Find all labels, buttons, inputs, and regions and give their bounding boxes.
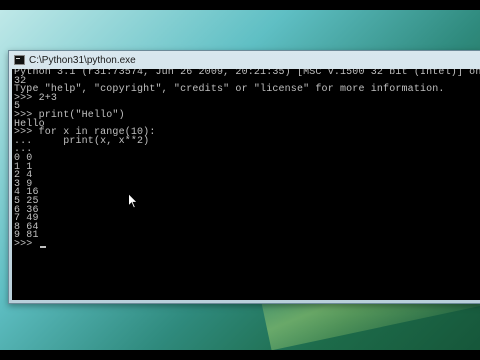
console-line: 7 49 bbox=[14, 213, 39, 225]
python-console-window[interactable]: C:\Python31\python.exe Python 3.1 (r31:7… bbox=[8, 50, 480, 304]
console-prompt: >>> bbox=[14, 238, 39, 250]
window-title: C:\Python31\python.exe bbox=[29, 54, 136, 66]
console-line: 2 4 bbox=[14, 170, 33, 182]
console-output[interactable]: Python 3.1 (r31:73574, Jun 26 2009, 20:2… bbox=[12, 69, 480, 300]
console-line: 0 0 bbox=[14, 152, 33, 164]
console-line: 9 81 bbox=[14, 230, 39, 242]
console-line: 8 64 bbox=[14, 221, 39, 233]
console-line: 4 16 bbox=[14, 187, 39, 199]
console-line: >>> 2+3 bbox=[14, 92, 58, 104]
console-line: >>> print("Hello") bbox=[14, 109, 125, 121]
console-line: Type "help", "copyright", "credits" or "… bbox=[14, 84, 445, 96]
console-line: 1 1 bbox=[14, 161, 33, 173]
console-line: ... bbox=[14, 144, 33, 156]
desktop-background: C:\Python31\python.exe Python 3.1 (r31:7… bbox=[0, 10, 480, 350]
console-line: 6 36 bbox=[14, 204, 39, 216]
console-line: Python 3.1 (r31:73574, Jun 26 2009, 20:2… bbox=[14, 69, 480, 78]
window-titlebar[interactable]: C:\Python31\python.exe bbox=[9, 51, 480, 69]
text-cursor bbox=[39, 246, 46, 249]
console-line: ... print(x, x**2) bbox=[14, 135, 150, 147]
console-input-line[interactable]: >>> bbox=[14, 238, 480, 250]
console-line: 3 9 bbox=[14, 178, 33, 190]
console-app-icon bbox=[14, 55, 25, 65]
console-line: 5 25 bbox=[14, 195, 39, 207]
